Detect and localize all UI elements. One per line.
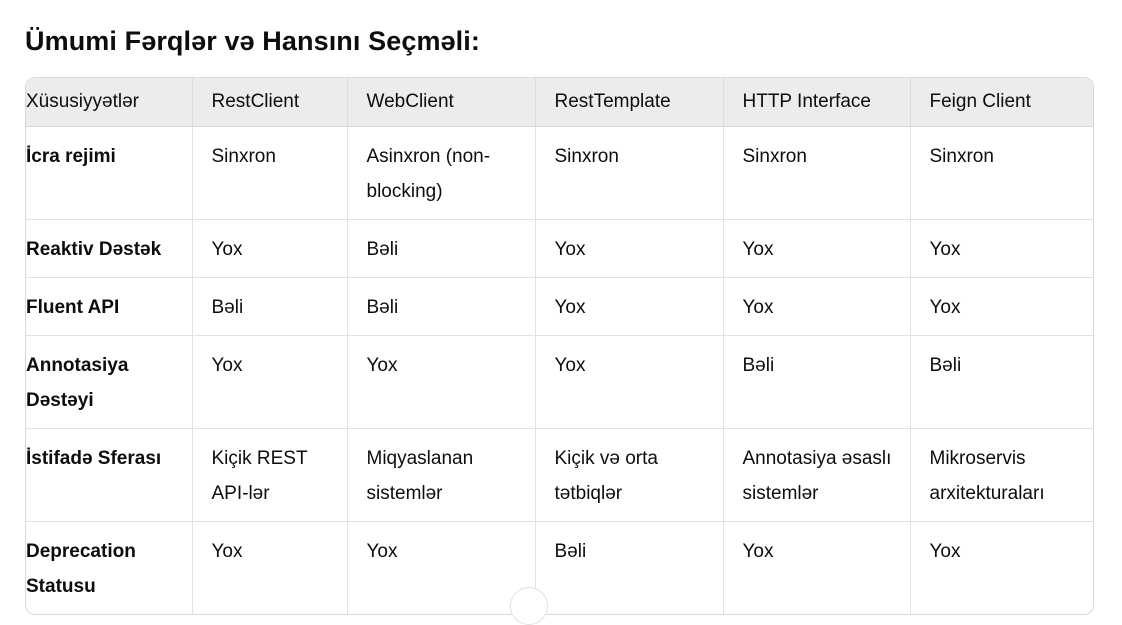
header-cell: Feign Client xyxy=(909,78,1093,127)
table-cell: Kiçik və orta tətbiqlər xyxy=(534,428,723,522)
table-cell: Bəli xyxy=(909,335,1093,429)
table-cell: Miqyaslanan sistemlər xyxy=(346,428,535,522)
table-cell: Yox xyxy=(191,219,347,278)
row-label: İcra rejimi xyxy=(26,146,116,167)
table-cell: Yox xyxy=(722,521,910,614)
table-cell: Yox xyxy=(534,219,723,278)
table-cell: Annotasiya əsaslı sistemlər xyxy=(722,428,910,522)
section-title: Ümumi Fərqlər və Hansını Seçməli: xyxy=(25,26,480,56)
table-cell: Yox xyxy=(909,521,1093,614)
comparison-table-container: Xüsusiyyətlər RestClient WebClient RestT… xyxy=(25,77,1094,615)
table-header: Xüsusiyyətlər RestClient WebClient RestT… xyxy=(26,78,1093,127)
table-cell: Yox xyxy=(534,335,723,429)
table-row: Deprecation Statusu Yox Yox Bəli Yox Yox xyxy=(26,521,1093,614)
table-cell: Yox xyxy=(191,335,347,429)
comparison-table: Xüsusiyyətlər RestClient WebClient RestT… xyxy=(26,78,1093,614)
table-cell: Bəli xyxy=(346,277,535,336)
table-cell: Bəli xyxy=(722,335,910,429)
header-cell: RestTemplate xyxy=(534,78,723,127)
table-cell: Sinxron xyxy=(722,126,910,220)
table-row: Annotasiya Dəstəyi Yox Yox Yox Bəli Bəli xyxy=(26,335,1093,429)
table-cell: Bəli xyxy=(346,219,535,278)
row-label: Fluent API xyxy=(26,277,192,336)
row-label: Deprecation Statusu xyxy=(26,521,192,614)
table-cell: Yox xyxy=(191,521,347,614)
header-row: Xüsusiyyətlər RestClient WebClient RestT… xyxy=(26,78,1093,127)
table-cell: Sinxron xyxy=(909,126,1093,220)
header-cell: HTTP Interface xyxy=(722,78,910,127)
row-label: Annotasiya Dəstəyi xyxy=(26,335,192,429)
table-cell: Kiçik REST API-lər xyxy=(191,428,347,522)
table-cell: Bəli xyxy=(191,277,347,336)
header-cell: Xüsusiyyətlər xyxy=(26,78,192,127)
table-cell: Mikroservis arxitekturaları xyxy=(909,428,1093,522)
table-row: İstifadə Sferası Kiçik REST API-lər Miqy… xyxy=(26,428,1093,522)
table-cell: Asinxron (non-blocking) xyxy=(346,126,535,220)
table-cell: Yox xyxy=(909,219,1093,278)
table-row: Fluent API Bəli Bəli Yox Yox Yox xyxy=(26,277,1093,336)
table-cell: Yox xyxy=(534,277,723,336)
table-cell: Yox xyxy=(909,277,1093,336)
row-label: İstifadə Sferası xyxy=(26,428,192,522)
table-cell: Yox xyxy=(346,521,535,614)
table-cell: Sinxron xyxy=(534,126,723,220)
table-cell: Bəli xyxy=(534,521,723,614)
table-body: İcra rejimi Sinxron Asinxron (non-blocki… xyxy=(26,126,1093,614)
table-row: İcra rejimi Sinxron Asinxron (non-blocki… xyxy=(26,126,1093,220)
table-cell: Sinxron xyxy=(191,126,347,220)
table-cell: Yox xyxy=(722,219,910,278)
table-cell: Yox xyxy=(722,277,910,336)
table-cell: Yox xyxy=(346,335,535,429)
table-row: Reaktiv Dəstək Yox Bəli Yox Yox Yox xyxy=(26,219,1093,278)
row-label: Reaktiv Dəstək xyxy=(26,219,192,278)
header-cell: RestClient xyxy=(191,78,347,127)
scroll-down-button[interactable] xyxy=(510,587,548,625)
header-cell: WebClient xyxy=(346,78,535,127)
